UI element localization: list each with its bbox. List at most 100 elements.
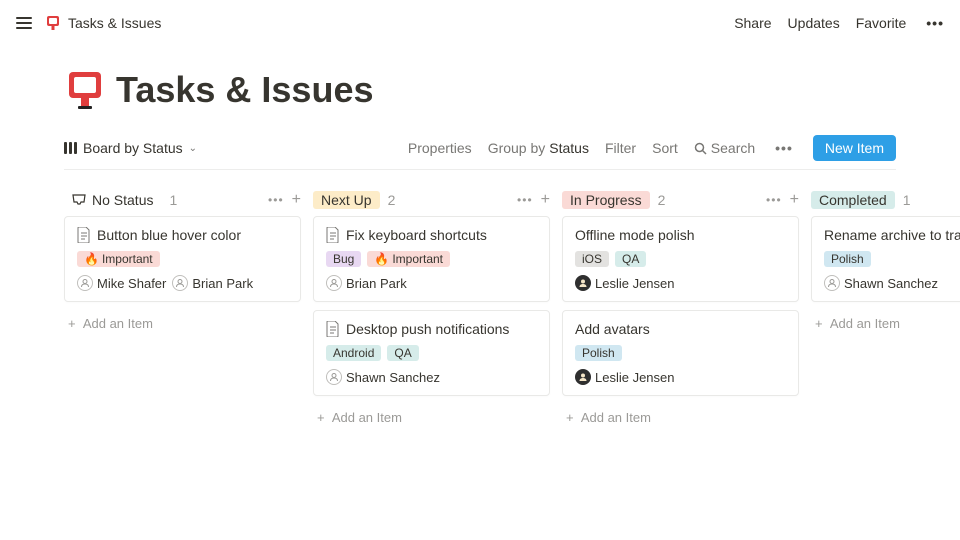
sort-button[interactable]: Sort [652, 140, 678, 156]
card-assignees: Shawn Sanchez [326, 369, 537, 385]
view-name: Board by Status [83, 140, 183, 156]
tag-label: Important [102, 252, 153, 266]
assignee-name: Shawn Sanchez [844, 276, 938, 291]
tag-important: 🔥Important [77, 251, 160, 267]
tag-label: Bug [333, 252, 354, 266]
column-name[interactable]: In Progress [562, 191, 650, 209]
board-column: Next Up 2 •••+ Fix keyboard shortcuts Bu… [313, 184, 550, 431]
avatar [575, 369, 591, 385]
search-label: Search [711, 140, 755, 156]
column-name[interactable]: Next Up [313, 191, 380, 209]
new-item-button[interactable]: New Item [813, 135, 896, 161]
add-item-button[interactable]: + Add an Item [64, 310, 301, 337]
card-assignees: Leslie Jensen [575, 369, 786, 385]
card[interactable]: Add avatars Polish Leslie Jensen [562, 310, 799, 396]
page-icon[interactable] [64, 69, 106, 111]
card-title-row: Offline mode polish [575, 227, 786, 243]
card-title: Rename archive to trash [824, 227, 960, 243]
share-button[interactable]: Share [734, 15, 771, 31]
add-item-label: Add an Item [332, 410, 402, 425]
favorite-button[interactable]: Favorite [856, 15, 907, 31]
avatar [172, 275, 188, 291]
groupby-value: Status [549, 140, 589, 156]
assignee-name: Leslie Jensen [595, 370, 675, 385]
tag-ios: iOS [575, 251, 609, 267]
assignee: Leslie Jensen [575, 369, 675, 385]
board-column: No Status 1 ••• + Button blue hover color… [64, 184, 301, 431]
card[interactable]: Button blue hover color 🔥Important Mike … [64, 216, 301, 302]
page-title[interactable]: Tasks & Issues [116, 69, 373, 111]
page-icon-small [44, 14, 62, 32]
updates-button[interactable]: Updates [788, 15, 840, 31]
search-button[interactable]: Search [694, 140, 755, 156]
groupby-button[interactable]: Group by Status [488, 140, 589, 156]
inbox-icon [72, 194, 86, 206]
column-header: In Progress 2 ••• + [562, 184, 799, 216]
card-assignees: Mike Shafer Brian Park [77, 275, 288, 291]
column-actions: ••• + [517, 191, 550, 209]
tag-qa: QA [387, 345, 418, 361]
tag-label: Android [333, 346, 374, 360]
groupby-label: Group by [488, 140, 546, 156]
add-item-button[interactable]: + Add an Item [313, 404, 550, 431]
search-icon [694, 142, 707, 155]
add-item-button[interactable]: + Add an Item [811, 310, 960, 337]
document-icon [326, 321, 340, 337]
more-menu-icon[interactable]: ••• [922, 11, 948, 35]
assignee-name: Shawn Sanchez [346, 370, 440, 385]
page: Tasks & Issues Board by Status ⌄ Propert… [0, 45, 960, 431]
card-tags: Android QA [326, 345, 537, 361]
tag-label: QA [394, 346, 411, 360]
column-count: 1 [903, 192, 911, 208]
column-header: Completed 1 [811, 184, 960, 216]
assignee: Mike Shafer [77, 275, 166, 291]
view-toolbar: Board by Status ⌄ Properties Group by St… [64, 135, 896, 170]
tag-label: Polish [582, 346, 615, 360]
card-title-row: Desktop push notifications [326, 321, 537, 337]
column-name[interactable]: No Status [64, 191, 161, 209]
chevron-down-icon: ⌄ [189, 143, 197, 154]
column-name[interactable]: Completed [811, 191, 895, 209]
column-add-icon[interactable]: + [790, 191, 799, 209]
breadcrumb-label: Tasks & Issues [68, 15, 161, 31]
card-title-row: Fix keyboard shortcuts [326, 227, 537, 243]
board: No Status 1 ••• + Button blue hover color… [64, 184, 896, 431]
tag-bug: Bug [326, 251, 361, 267]
fire-icon: 🔥 [374, 252, 389, 266]
add-item-label: Add an Item [83, 316, 153, 331]
avatar [326, 275, 342, 291]
column-count: 1 [169, 192, 177, 208]
column-actions: ••• + [268, 191, 301, 209]
column-more-icon[interactable]: ••• [268, 193, 284, 207]
assignee-name: Brian Park [346, 276, 407, 291]
topbar: Tasks & Issues Share Updates Favorite ••… [0, 0, 960, 45]
column-header: No Status 1 ••• + [64, 184, 301, 216]
column-count: 2 [658, 192, 666, 208]
tag-qa: QA [615, 251, 646, 267]
column-add-icon[interactable]: + [541, 191, 550, 209]
card-title: Add avatars [575, 321, 650, 337]
card-assignees: Brian Park [326, 275, 537, 291]
tag-label: iOS [582, 252, 602, 266]
tag-android: Android [326, 345, 381, 361]
card[interactable]: Desktop push notifications Android QA Sha… [313, 310, 550, 396]
avatar [77, 275, 93, 291]
view-selector[interactable]: Board by Status ⌄ [64, 140, 197, 156]
filter-button[interactable]: Filter [605, 140, 636, 156]
add-item-button[interactable]: + Add an Item [562, 404, 799, 431]
column-header: Next Up 2 •••+ [313, 184, 550, 216]
column-add-icon[interactable]: + [292, 191, 301, 209]
view-more-icon[interactable]: ••• [771, 136, 797, 160]
card[interactable]: Fix keyboard shortcuts Bug🔥Important Bri… [313, 216, 550, 302]
assignee-name: Mike Shafer [97, 276, 166, 291]
breadcrumb[interactable]: Tasks & Issues [44, 14, 161, 32]
assignee: Brian Park [172, 275, 253, 291]
column-more-icon[interactable]: ••• [517, 193, 533, 207]
hamburger-icon [16, 17, 32, 29]
column-more-icon[interactable]: ••• [766, 193, 782, 207]
properties-button[interactable]: Properties [408, 140, 472, 156]
menu-toggle[interactable] [12, 13, 36, 33]
card[interactable]: Offline mode polish iOSQA Leslie Jensen [562, 216, 799, 302]
card[interactable]: Rename archive to trash Polish Shawn San… [811, 216, 960, 302]
column-name-label: No Status [92, 192, 153, 208]
